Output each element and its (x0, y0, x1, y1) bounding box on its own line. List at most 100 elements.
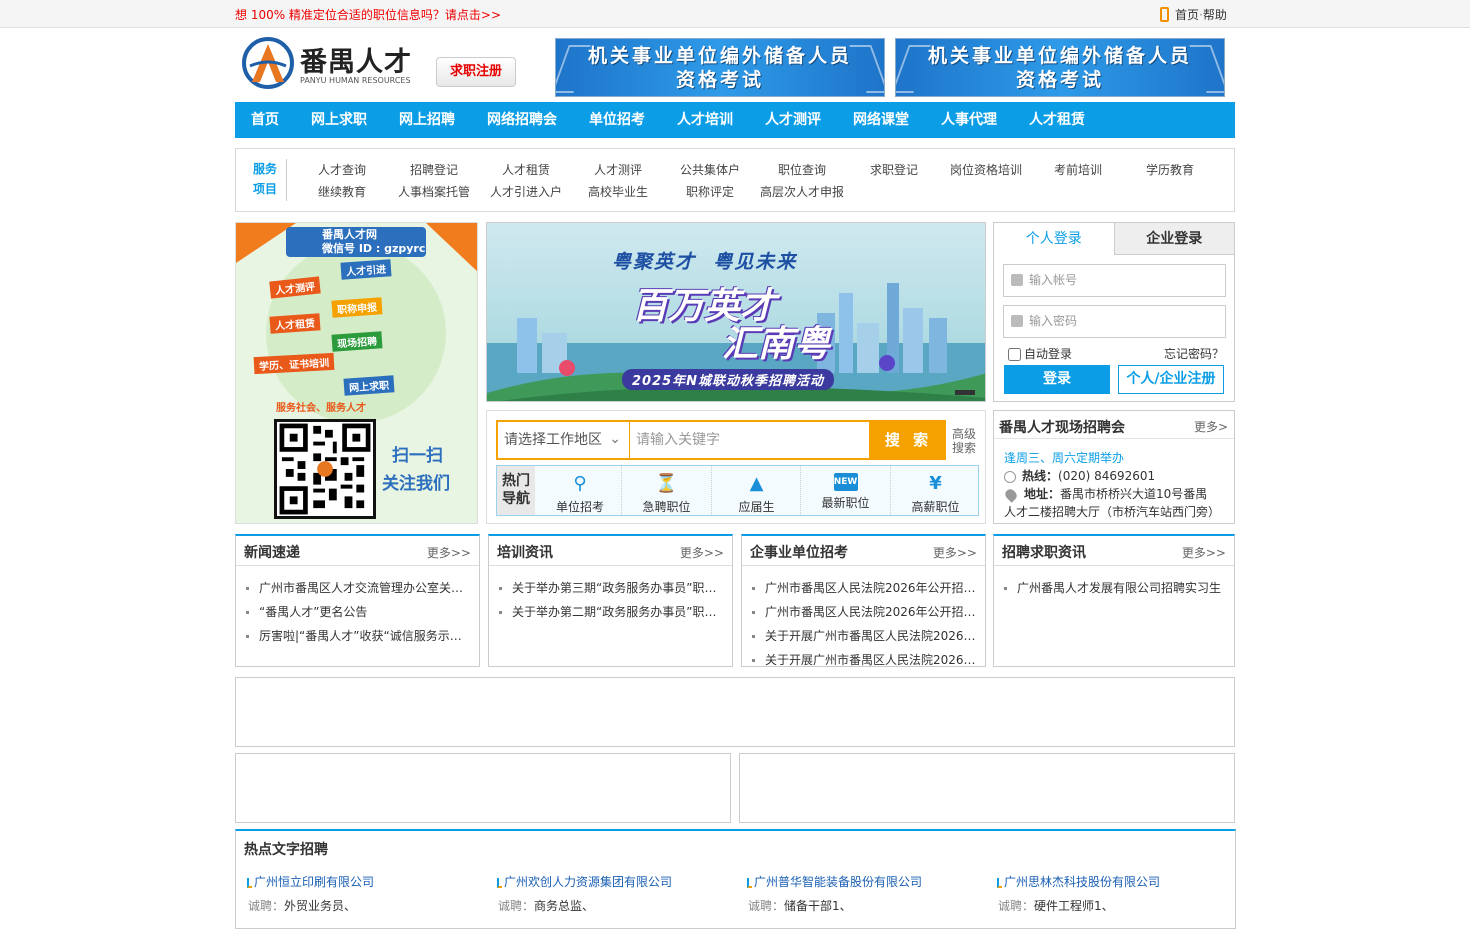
service-item[interactable]: 公共集体户 (664, 159, 756, 181)
nav-hr-agency[interactable]: 人事代理 (931, 102, 1007, 138)
job-fair-title: 番禺人才现场招聘会 (999, 420, 1125, 436)
nav-recruit[interactable]: 网上招聘 (389, 102, 465, 138)
recruit-label: 诚聘： (998, 899, 1035, 913)
service-item[interactable]: 学历教育 (1124, 159, 1216, 181)
service-item[interactable]: 人才查询 (296, 159, 388, 181)
news-more-link[interactable]: 更多>> (1182, 544, 1226, 561)
search-button[interactable]: 搜 索 (871, 420, 946, 460)
ad-slot-wide (235, 677, 1235, 747)
job-link[interactable]: 外贸业务员、 (284, 899, 356, 913)
banner-line1: 机关事业单位编外储备人员 (587, 45, 852, 67)
main-nav: 首页 网上求职 网上招聘 网络招聘会 单位招考 人才培训 人才测评 网络课堂 人… (235, 102, 1235, 138)
job-fair-more-link[interactable]: 更多> (1194, 418, 1228, 435)
wechat-promo[interactable]: 番禺人才网 微信号 ID : gzpyrc 人才引进 人才测评 职称申报 人才租… (235, 222, 478, 524)
service-item[interactable]: 职位查询 (756, 159, 848, 181)
list-item[interactable]: 关于开展广州市番禺区人民法院2026… (750, 648, 979, 672)
service-item[interactable]: 考前培训 (1032, 159, 1124, 181)
service-item[interactable]: 职称评定 (664, 181, 756, 203)
nav-assessment[interactable]: 人才测评 (755, 102, 831, 138)
login-panel: 个人登录 企业登录 输入帐号 输入密码 自动登录 忘记密码？ 登录 个人/企业注… (993, 222, 1235, 402)
tab-personal-login[interactable]: 个人登录 (994, 223, 1114, 255)
list-item[interactable]: “番禺人才”更名公告 (244, 600, 473, 624)
hot-urgent-jobs[interactable]: ⏳ 急聘职位 (621, 466, 711, 515)
hot-high-salary[interactable]: ¥ 高薪职位 (890, 466, 980, 515)
hero-tagline: 粤聚英才 粤见未来 (612, 251, 798, 273)
exam-banner-1[interactable]: 机关事业单位编外储备人员 资格考试 (555, 38, 885, 97)
nav-online-class[interactable]: 网络课堂 (843, 102, 919, 138)
company-link[interactable]: 广州思林杰科技股份有限公司 (996, 875, 1160, 889)
nav-training[interactable]: 人才培训 (667, 102, 743, 138)
register-button[interactable]: 个人/企业注册 (1118, 365, 1224, 394)
exam-banner-2[interactable]: 机关事业单位编外储备人员 资格考试 (895, 38, 1225, 97)
hot-unit-exam[interactable]: ⚲ 单位招考 (535, 466, 625, 515)
forgot-password-link[interactable]: 忘记密码？ (1164, 345, 1224, 362)
remember-checkbox[interactable] (1008, 348, 1021, 361)
top-home-link[interactable]: 首页 (1175, 8, 1199, 22)
service-item[interactable]: 高校毕业生 (572, 181, 664, 203)
list-item[interactable]: 广州番禺人才发展有限公司招聘实习生 (1002, 576, 1228, 600)
nav-online-fair[interactable]: 网络招聘会 (477, 102, 567, 138)
account-placeholder: 输入帐号 (1029, 273, 1078, 287)
hot-new-jobs[interactable]: NEW 最新职位 (800, 466, 890, 515)
tab-company-login[interactable]: 企业登录 (1113, 223, 1234, 255)
login-button[interactable]: 登录 (1004, 365, 1110, 394)
recruit-label: 诚聘： (748, 899, 785, 913)
news-more-link[interactable]: 更多>> (427, 544, 471, 561)
location-pin-icon (1003, 486, 1019, 503)
service-item[interactable]: 人才租赁 (480, 159, 572, 181)
hero-banner[interactable]: 粤聚英才 粤见未来 百万英才 汇南粤 2025年N城联动秋季招聘活动 (486, 222, 986, 402)
remember-me[interactable]: 自动登录 (1008, 345, 1072, 362)
list-item[interactable]: 厉害啦|“番禺人才”收获“诚信服务示范… (244, 624, 473, 648)
fair-hotline: 热线：(020) 84692601 (1004, 467, 1155, 484)
password-placeholder: 输入密码 (1029, 314, 1078, 328)
hot-nav: 热门 导航 ⚲ 单位招考 ⏳ 急聘职位 ▲ 应届生 NEW 最新职位 ¥ 高薪职位 (496, 465, 979, 516)
hot-graduates[interactable]: ▲ 应届生 (711, 466, 801, 515)
company-link[interactable]: 广州普华智能装备股份有限公司 (746, 875, 922, 889)
ad-slot-right (739, 753, 1235, 823)
advanced-search-link[interactable]: 高级 搜索 (952, 427, 982, 455)
carousel-indicator[interactable] (955, 390, 975, 395)
nav-talent-lease[interactable]: 人才租赁 (1019, 102, 1095, 138)
region-select[interactable]: 请选择工作地区 ⌄ (496, 420, 629, 460)
keyword-input[interactable]: 请输入关键字 (629, 420, 871, 460)
service-item[interactable]: 求职登记 (848, 159, 940, 181)
job-register-button[interactable]: 求职注册 (436, 57, 516, 87)
account-field[interactable]: 输入帐号 (1003, 264, 1226, 297)
news-more-link[interactable]: 更多>> (933, 544, 977, 561)
nav-job-seek[interactable]: 网上求职 (301, 102, 377, 138)
service-item[interactable]: 高层次人才申报 (756, 181, 848, 203)
job-link[interactable]: 储备干部1、 (784, 899, 852, 913)
job-link[interactable]: 商务总监、 (534, 899, 594, 913)
list-item[interactable]: 关于举办第三期“政务服务办事员”职业… (497, 576, 726, 600)
list-item[interactable]: 关于开展广州市番禺区人民法院2026… (750, 624, 979, 648)
site-logo[interactable]: 番禺人才 PANYU HUMAN RESOURCES (240, 34, 425, 90)
service-item[interactable]: 招聘登记 (388, 159, 480, 181)
mobile-phone-icon[interactable] (1160, 6, 1169, 22)
wechat-header: 番禺人才网 微信号 ID : gzpyrc (286, 227, 426, 257)
top-help-link[interactable]: 帮助 (1203, 8, 1227, 22)
fair-address: 地址：番禺市桥桥兴大道10号番禺 人才二楼招聘大厅（市桥汽车站西门旁） (1003, 486, 1221, 519)
service-item[interactable]: 人才引进入户 (480, 181, 572, 203)
nav-unit-exam[interactable]: 单位招考 (579, 102, 655, 138)
service-item[interactable]: 人事档案托管 (388, 181, 480, 203)
hot-jobs-panel: 热点文字招聘 广州恒立印刷有限公司 诚聘：外贸业务员、 广州欢创人力资源集团有限公… (235, 829, 1236, 929)
promo-link[interactable]: 想 100% 精准定位合适的职位信息吗？请点击>> (235, 6, 501, 23)
search-panel: 请选择工作地区 ⌄ 请输入关键字 搜 索 高级 搜索 热门 导航 ⚲ 单位招考 ⏳ 急聘职… (486, 410, 986, 524)
job-card: 广州普华智能装备股份有限公司 诚聘：储备干部1、 (746, 873, 986, 914)
service-item[interactable]: 继续教育 (296, 181, 388, 203)
job-link[interactable]: 硬件工程师1、 (1034, 899, 1114, 913)
recruit-label: 诚聘： (248, 899, 285, 913)
news-block-training: 培训资讯 更多>> 关于举办第三期“政务服务办事员”职业… 关于举办第二期“政务服务… (488, 534, 733, 667)
list-item[interactable]: 广州市番禺区人民法院2026年公开招… (750, 600, 979, 624)
nav-home[interactable]: 首页 (241, 102, 289, 138)
password-field[interactable]: 输入密码 (1003, 305, 1226, 338)
service-item[interactable]: 人才测评 (572, 159, 664, 181)
company-link[interactable]: 广州欢创人力资源集团有限公司 (496, 875, 672, 889)
list-item[interactable]: 广州市番禺区人才交流管理办公室关于… (244, 576, 473, 600)
news-more-link[interactable]: 更多>> (680, 544, 724, 561)
list-item[interactable]: 关于举办第二期“政务服务办事员”职业… (497, 600, 726, 624)
banner-line2: 资格考试 (1015, 69, 1104, 91)
service-item[interactable]: 岗位资格培训 (940, 159, 1032, 181)
company-link[interactable]: 广州恒立印刷有限公司 (246, 875, 374, 889)
list-item[interactable]: 广州市番禺区人民法院2026年公开招… (750, 576, 979, 600)
